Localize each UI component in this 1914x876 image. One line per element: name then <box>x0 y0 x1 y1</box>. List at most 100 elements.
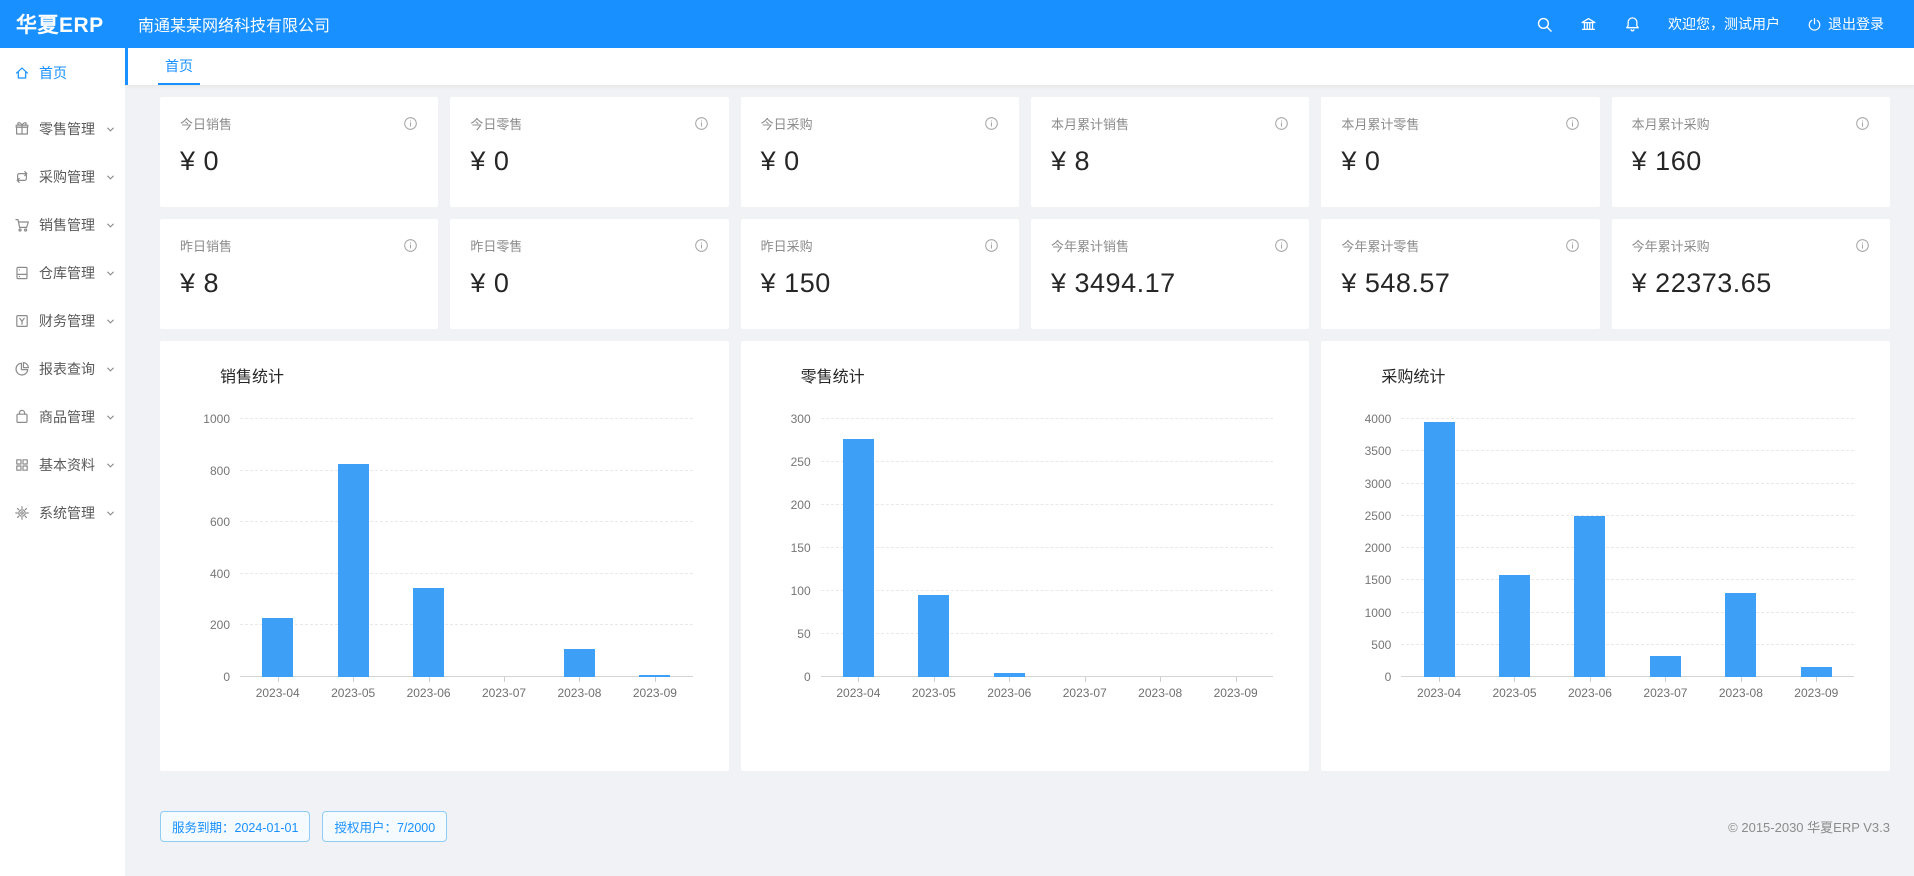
y-axis-label: 600 <box>210 515 230 529</box>
content-area: 首页 今日销售¥ 0今日零售¥ 0今日采购¥ 0本月累计销售¥ 8本月累计零售¥… <box>125 48 1914 876</box>
stat-card-value: ¥ 0 <box>470 146 708 177</box>
bar <box>413 588 444 677</box>
stat-card-value: ¥ 0 <box>761 146 999 177</box>
stat-card-label: 昨日采购 <box>761 236 813 255</box>
chevron-down-icon <box>105 364 116 375</box>
gridline: 600 <box>240 521 693 522</box>
sidebar-item-5[interactable]: 财务管理 <box>0 297 125 345</box>
x-axis-tick <box>504 677 505 682</box>
x-axis-label: 2023-06 <box>1552 686 1627 700</box>
stat-card-label: 今日采购 <box>761 114 813 133</box>
sidebar-item-6[interactable]: 报表查询 <box>0 345 125 393</box>
info-icon[interactable] <box>1565 238 1580 253</box>
y-axis-label: 50 <box>797 627 810 641</box>
info-icon[interactable] <box>1855 238 1870 253</box>
stat-card-value: ¥ 150 <box>761 268 999 299</box>
x-axis-tick <box>858 677 859 682</box>
sidebar-item-label: 仓库管理 <box>39 263 105 283</box>
bar <box>262 618 293 677</box>
x-axis-line: 0 <box>1401 676 1854 677</box>
stat-card-label: 今日零售 <box>470 114 522 133</box>
info-icon[interactable] <box>403 238 418 253</box>
gear-icon <box>14 505 30 521</box>
bell-icon[interactable] <box>1624 16 1641 33</box>
chevron-down-icon <box>105 172 116 183</box>
search-icon[interactable] <box>1536 16 1553 33</box>
sidebar-item-home[interactable]: 首页 <box>0 53 125 93</box>
stat-card-label: 本月累计采购 <box>1632 114 1710 133</box>
y-axis-label: 0 <box>1385 670 1392 684</box>
gridline: 200 <box>240 624 693 625</box>
bar <box>1725 593 1756 677</box>
hdd-icon <box>14 265 30 281</box>
gridline: 1000 <box>240 418 693 419</box>
tab-accent-line <box>125 48 128 85</box>
x-axis-label: 2023-07 <box>1628 686 1703 700</box>
sidebar-item-label: 报表查询 <box>39 359 105 379</box>
x-axis-label: 2023-04 <box>821 686 896 700</box>
x-axis-label: 2023-07 <box>466 686 541 700</box>
y-axis-label: 1000 <box>203 412 230 426</box>
info-icon[interactable] <box>1274 116 1289 131</box>
swap-arrows-icon <box>14 169 30 185</box>
info-icon[interactable] <box>1274 238 1289 253</box>
y-axis-label: 800 <box>210 464 230 478</box>
bar-chart-plot: 02004006008001000 <box>240 419 693 677</box>
bar <box>564 649 595 677</box>
x-axis-tick <box>353 677 354 682</box>
stat-card-value: ¥ 22373.65 <box>1632 268 1870 299</box>
y-axis-label: 0 <box>223 670 230 684</box>
info-icon[interactable] <box>694 238 709 253</box>
footer-badge: 服务到期：2024-01-01 <box>160 811 310 842</box>
charts-row: 销售统计020040060080010002023-042023-052023-… <box>160 341 1890 771</box>
y-axis-label: 500 <box>1371 638 1391 652</box>
stat-card: 本月累计零售¥ 0 <box>1321 97 1599 207</box>
sidebar-item-1[interactable]: 零售管理 <box>0 105 125 153</box>
gridline: 300 <box>821 418 1274 419</box>
company-name: 南通某某网络科技有限公司 <box>138 12 330 36</box>
logout-button[interactable]: 退出登录 <box>1807 14 1884 34</box>
x-axis-label: 2023-05 <box>315 686 390 700</box>
stat-card-value: ¥ 8 <box>1051 146 1289 177</box>
bar <box>1424 422 1455 677</box>
sidebar-item-3[interactable]: 销售管理 <box>0 201 125 249</box>
x-axis-tick <box>1665 677 1666 682</box>
info-icon[interactable] <box>984 116 999 131</box>
stat-card: 今年累计销售¥ 3494.17 <box>1031 219 1309 329</box>
bar <box>1574 516 1605 677</box>
welcome-text: 欢迎您，测试用户 <box>1668 14 1780 34</box>
sidebar-item-label: 采购管理 <box>39 167 105 187</box>
bar <box>1801 667 1832 677</box>
bank-icon[interactable] <box>1580 16 1597 33</box>
sidebar-item-9[interactable]: 系统管理 <box>0 489 125 537</box>
sidebar-item-4[interactable]: 仓库管理 <box>0 249 125 297</box>
bar <box>1650 656 1681 677</box>
info-icon[interactable] <box>403 116 418 131</box>
chevron-down-icon <box>105 220 116 231</box>
sidebar: 首页零售管理采购管理销售管理仓库管理财务管理报表查询商品管理基本资料系统管理 <box>0 48 125 876</box>
chevron-down-icon <box>105 124 116 135</box>
chart-card: 零售统计0501001502002503002023-042023-052023… <box>741 341 1310 771</box>
stat-card-label: 今年累计销售 <box>1051 236 1129 255</box>
stat-card: 昨日销售¥ 8 <box>160 219 438 329</box>
y-axis-label: 2500 <box>1365 509 1392 523</box>
tab-home[interactable]: 首页 <box>158 48 200 85</box>
tab-bar: 首页 <box>125 48 1914 86</box>
x-axis-label: 2023-09 <box>1779 686 1854 700</box>
stat-card-label: 今年累计采购 <box>1632 236 1710 255</box>
stat-card-value: ¥ 0 <box>470 268 708 299</box>
stat-card: 昨日零售¥ 0 <box>450 219 728 329</box>
info-icon[interactable] <box>1565 116 1580 131</box>
y-axis-label: 1500 <box>1365 573 1392 587</box>
info-icon[interactable] <box>1855 116 1870 131</box>
stat-card-label: 昨日销售 <box>180 236 232 255</box>
x-axis-tick <box>934 677 935 682</box>
x-axis-tick <box>1160 677 1161 682</box>
info-icon[interactable] <box>694 116 709 131</box>
stat-card: 今年累计零售¥ 548.57 <box>1321 219 1599 329</box>
gridline: 3000 <box>1401 483 1854 484</box>
sidebar-item-8[interactable]: 基本资料 <box>0 441 125 489</box>
sidebar-item-2[interactable]: 采购管理 <box>0 153 125 201</box>
info-icon[interactable] <box>984 238 999 253</box>
sidebar-item-7[interactable]: 商品管理 <box>0 393 125 441</box>
